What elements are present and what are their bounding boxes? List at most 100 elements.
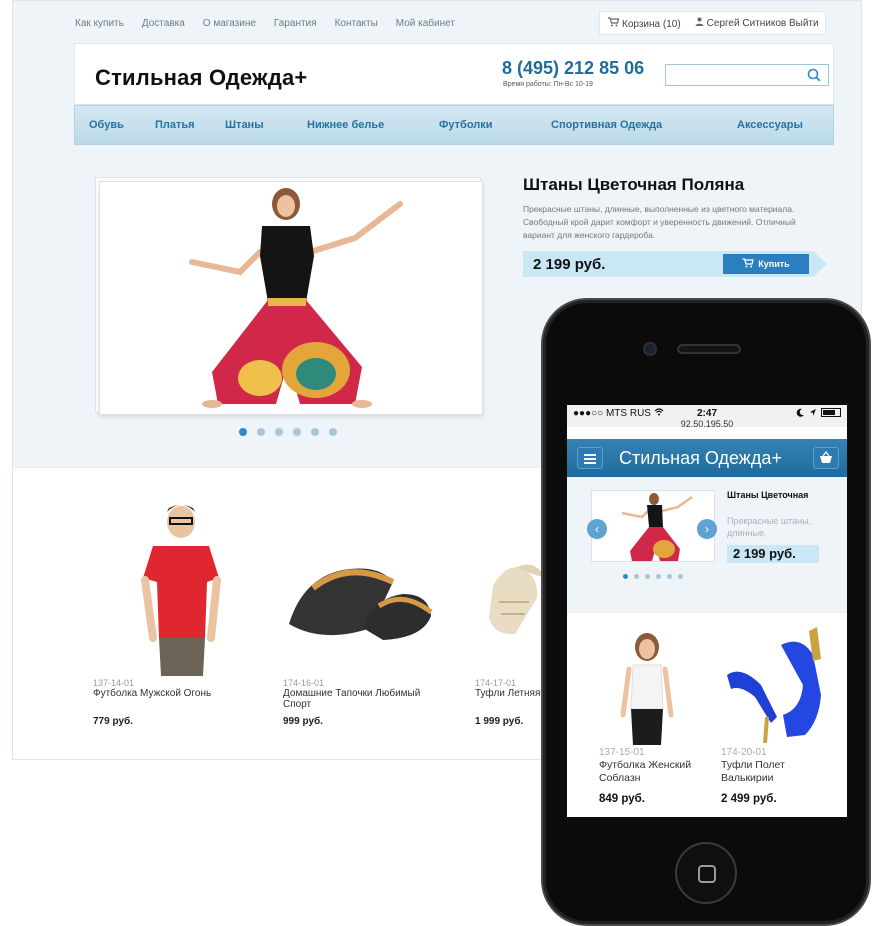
product-price: 1 999 руб. bbox=[475, 716, 524, 727]
clock: 2:47 bbox=[697, 408, 718, 419]
top-link-about[interactable]: О магазине bbox=[203, 18, 256, 29]
basket-icon[interactable] bbox=[813, 447, 839, 469]
slider-dot[interactable] bbox=[623, 574, 628, 579]
slider-dot[interactable] bbox=[645, 574, 650, 579]
product-sku: 174-20-01 bbox=[721, 747, 767, 758]
buy-label: Купить bbox=[758, 259, 790, 269]
phone-number: 8 (495) 212 85 06 bbox=[502, 58, 645, 78]
woman-white-tshirt-photo bbox=[620, 633, 674, 745]
product-price: 779 руб. bbox=[93, 716, 133, 727]
mobile-header: Стильная Одежда+ bbox=[567, 439, 847, 477]
woman-in-floral-pants-photo bbox=[189, 188, 403, 408]
featured-product-title[interactable]: Штаны Цветочная Поляна bbox=[523, 175, 744, 195]
nav-item-tshirts[interactable]: Футболки bbox=[439, 119, 493, 131]
blue-heels-photo bbox=[727, 627, 821, 744]
product-name[interactable]: Домашние Тапочки Любимый Спорт bbox=[283, 688, 433, 710]
top-link-contacts[interactable]: Контакты bbox=[335, 18, 378, 29]
wifi-icon bbox=[654, 408, 664, 416]
user-label: Сергей Ситников Выйти bbox=[706, 18, 819, 29]
user-icon bbox=[695, 17, 704, 29]
site-logo[interactable]: Стильная Одежда+ bbox=[95, 65, 307, 91]
top-bar: Как купить Доставка О магазине Гарантия … bbox=[13, 1, 861, 43]
product-price: 999 руб. bbox=[283, 716, 323, 727]
address-bar[interactable]: 92.50.195.50 bbox=[567, 419, 847, 429]
search-icon[interactable] bbox=[806, 67, 822, 83]
top-links: Как купить Доставка О магазине Гарантия … bbox=[75, 18, 455, 29]
product-sku: 137-14-01 bbox=[93, 678, 135, 688]
mobile-site-title[interactable]: Стильная Одежда+ bbox=[619, 448, 782, 469]
menu-icon[interactable] bbox=[577, 447, 603, 469]
category-nav: Обувь Платья Штаны Нижнее белье Футболки… bbox=[74, 105, 834, 145]
nav-item-shoes[interactable]: Обувь bbox=[89, 119, 124, 131]
slider-dot[interactable] bbox=[293, 428, 301, 436]
man-red-tshirt-photo bbox=[141, 505, 221, 676]
cart-label: Корзина (10) bbox=[622, 18, 681, 30]
top-link-account[interactable]: Мой кабинет bbox=[396, 18, 455, 29]
phone-screen: ●●●○○ MTS RUS 2:47 92.50.195.50 Стильная… bbox=[567, 405, 847, 817]
top-link-warranty[interactable]: Гарантия bbox=[274, 18, 317, 29]
nav-item-sportswear[interactable]: Спортивная Одежда bbox=[551, 119, 662, 131]
cart-link[interactable]: Корзина (10) bbox=[608, 16, 681, 30]
slider-dots bbox=[239, 428, 337, 436]
iphone-mockup: ●●●○○ MTS RUS 2:47 92.50.195.50 Стильная… bbox=[541, 298, 871, 926]
user-box: Корзина (10) Сергей Ситников Выйти bbox=[599, 11, 826, 35]
product-image[interactable] bbox=[283, 498, 453, 678]
slider-dot[interactable] bbox=[656, 574, 661, 579]
product-image[interactable] bbox=[93, 498, 263, 678]
site-header: Стильная Одежда+ 8 (495) 212 85 06 Время… bbox=[74, 43, 834, 105]
chevron-left-icon[interactable]: ‹ bbox=[587, 519, 607, 539]
nav-item-accessories[interactable]: Аксессуары bbox=[737, 119, 803, 131]
product-image[interactable] bbox=[721, 625, 831, 747]
camera-icon bbox=[643, 342, 657, 356]
mobile-featured-description: Прекрасные штаны, длинные, bbox=[727, 516, 812, 538]
featured-product-image[interactable] bbox=[99, 181, 483, 415]
slider-dot[interactable] bbox=[634, 574, 639, 579]
search-box bbox=[665, 64, 829, 86]
working-hours: Время работы: Пн-Вс 10-19 bbox=[503, 81, 593, 88]
search-input[interactable] bbox=[666, 65, 802, 85]
slider-dot[interactable] bbox=[275, 428, 283, 436]
buy-button[interactable]: Купить bbox=[723, 254, 809, 274]
chevron-right-icon[interactable]: › bbox=[697, 519, 717, 539]
product-name[interactable]: Футболка Женский Соблазн bbox=[599, 759, 699, 785]
top-link-how-to-buy[interactable]: Как купить bbox=[75, 18, 124, 29]
cart-icon bbox=[608, 16, 620, 30]
nav-item-dresses[interactable]: Платья bbox=[155, 119, 195, 131]
product-name[interactable]: Туфли Полет Валькирии bbox=[721, 759, 821, 785]
product-price: 2 499 руб. bbox=[721, 793, 777, 805]
top-link-delivery[interactable]: Доставка bbox=[142, 18, 185, 29]
home-square-icon bbox=[698, 865, 716, 883]
slider-dot[interactable] bbox=[257, 428, 265, 436]
carrier-label: ●●●○○ MTS RUS bbox=[573, 408, 664, 419]
slippers-photo bbox=[289, 568, 433, 640]
product-image[interactable] bbox=[599, 625, 709, 747]
slider-dot[interactable] bbox=[329, 428, 337, 436]
status-icons bbox=[796, 408, 841, 417]
product-sku: 137-15-01 bbox=[599, 747, 645, 758]
mobile-slider-dots bbox=[623, 574, 683, 579]
slider-dot[interactable] bbox=[311, 428, 319, 436]
battery-icon bbox=[821, 408, 841, 417]
user-link[interactable]: Сергей Ситников Выйти bbox=[695, 17, 819, 29]
home-button[interactable] bbox=[675, 842, 737, 904]
mobile-product-grid: 137-15-01 Футболка Женский Соблазн 849 р… bbox=[567, 613, 847, 817]
mobile-featured-title[interactable]: Штаны Цветочная bbox=[727, 490, 837, 501]
cart-icon bbox=[742, 258, 755, 268]
product-price: 849 руб. bbox=[599, 793, 645, 805]
status-bar: ●●●○○ MTS RUS 2:47 92.50.195.50 bbox=[567, 405, 847, 429]
product-sku: 174-17-01 bbox=[475, 678, 517, 688]
mobile-featured-price: 2 199 руб. bbox=[727, 545, 819, 563]
slider-dot[interactable] bbox=[678, 574, 683, 579]
product-name[interactable]: Футболка Мужской Огонь bbox=[93, 688, 243, 699]
slider-dot[interactable] bbox=[239, 428, 247, 436]
product-sku: 174-16-01 bbox=[283, 678, 325, 688]
nav-item-pants[interactable]: Штаны bbox=[225, 119, 264, 131]
featured-product-description: Прекрасные штаны, длинные, выполненные и… bbox=[523, 204, 796, 240]
moon-icon bbox=[796, 408, 804, 417]
carrier-text: ●●●○○ MTS RUS bbox=[573, 408, 651, 419]
featured-price-bar: 2 199 руб. Купить bbox=[523, 251, 827, 277]
nav-item-underwear[interactable]: Нижнее белье bbox=[307, 119, 384, 131]
speaker-grille bbox=[677, 344, 741, 354]
slider-dot[interactable] bbox=[667, 574, 672, 579]
mobile-slider: ‹ › Штаны Цветочная Прекрасные штаны, дл… bbox=[567, 477, 847, 613]
